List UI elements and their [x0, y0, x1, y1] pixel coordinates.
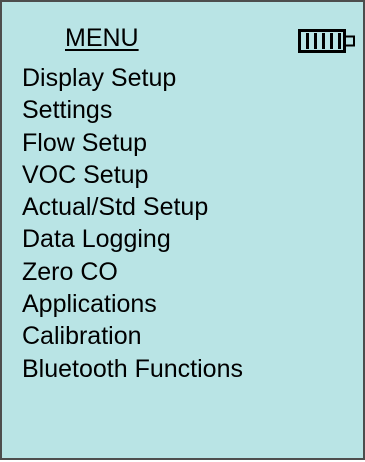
- device-screen: MENU Display Setup Settings Flow Setup V…: [0, 0, 365, 460]
- menu-item-voc-setup[interactable]: VOC Setup: [22, 159, 243, 191]
- menu-item-applications[interactable]: Applications: [22, 288, 243, 320]
- menu-item-bluetooth-functions[interactable]: Bluetooth Functions: [22, 353, 243, 385]
- battery-full-icon: [298, 29, 355, 53]
- menu-title: MENU: [65, 24, 139, 52]
- menu-item-data-logging[interactable]: Data Logging: [22, 223, 243, 255]
- menu-item-actual-std-setup[interactable]: Actual/Std Setup: [22, 191, 243, 223]
- menu-item-calibration[interactable]: Calibration: [22, 320, 243, 352]
- main-menu-list: Display Setup Settings Flow Setup VOC Se…: [22, 62, 243, 385]
- menu-item-display-setup[interactable]: Display Setup: [22, 62, 243, 94]
- menu-item-settings[interactable]: Settings: [22, 94, 243, 126]
- menu-item-zero-co[interactable]: Zero CO: [22, 256, 243, 288]
- menu-item-flow-setup[interactable]: Flow Setup: [22, 127, 243, 159]
